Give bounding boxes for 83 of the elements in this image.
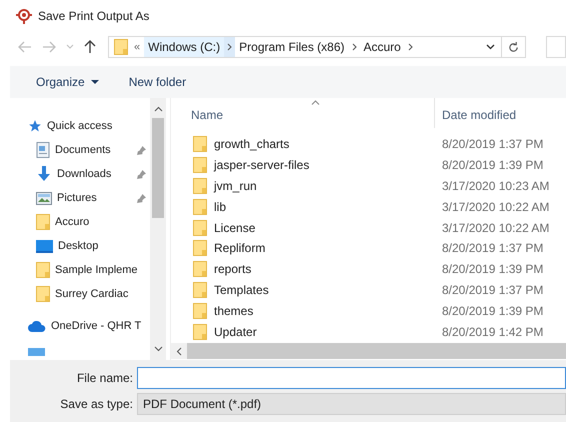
sidebar-item[interactable]: Downloads: [10, 162, 150, 186]
folder-icon: [193, 324, 207, 340]
date-cell-text: 8/20/2019 1:37 PM: [441, 136, 544, 154]
sidebar-item[interactable]: Accuro: [10, 210, 150, 234]
date-cell-text: 3/17/2020 10:22 AM: [441, 220, 550, 237]
address-bar[interactable]: « Windows (C:) Program Files (x86) Accuro: [108, 36, 526, 58]
pictures-icon: [36, 192, 52, 204]
file-name-field[interactable]: [137, 367, 566, 389]
date-cell-text: 8/20/2019 1:39 PM: [441, 302, 544, 320]
cloud-icon: [28, 320, 46, 332]
breadcrumb[interactable]: Windows (C:): [144, 37, 224, 57]
file-name: Updater: [214, 324, 257, 341]
folder-icon: [193, 220, 207, 236]
sidebar-item[interactable]: OneDrive - QHR T: [10, 314, 150, 338]
star-icon: [28, 119, 42, 133]
field-label: Save as type:: [59, 396, 134, 413]
desktop-icon: [36, 240, 53, 252]
folder-icon: [193, 178, 207, 194]
file-name: lib: [214, 198, 226, 216]
sidebar-item[interactable]: Documents: [10, 138, 150, 162]
field-label: File name:: [76, 370, 134, 387]
column-header[interactable]: Name: [171, 98, 435, 128]
download-arrow-icon: [36, 166, 52, 182]
date-cell-text: 8/20/2019 1:37 PM: [441, 282, 544, 299]
file-name: growth_charts: [214, 136, 290, 154]
sort-caret-icon: [311, 100, 320, 105]
chevron-right-icon[interactable]: [224, 37, 236, 57]
organize-button[interactable]: Organize: [36, 73, 99, 91]
folder-icon: [193, 240, 207, 256]
date-cell-text: 8/20/2019 1:37 PM: [441, 240, 544, 258]
file-name: jvm_run: [214, 178, 257, 195]
file-type-dropdown[interactable]: PDF Document (*.pdf): [137, 393, 566, 415]
folder-icon: [193, 157, 207, 174]
app-icon: [16, 8, 32, 24]
file-row[interactable]: Repliform 8/20/2019 1:37 PM: [171, 238, 566, 259]
file-name: reports: [214, 261, 252, 278]
column-header[interactable]: Date modified: [435, 98, 516, 128]
sidebar-item[interactable]: Pictures: [10, 186, 150, 210]
folder-icon: [114, 39, 128, 55]
folder-icon: [193, 261, 207, 278]
date-cell-text: 3/17/2020 10:22 AM: [441, 198, 550, 216]
sidebar-item[interactable]: Sample Impleme: [10, 258, 150, 282]
file-name: Templates: [214, 282, 269, 299]
file-row[interactable]: growth_charts 8/20/2019 1:37 PM: [171, 134, 566, 155]
folder-icon: [36, 286, 50, 302]
overflow-chevron[interactable]: «: [134, 38, 144, 56]
folder-icon: [193, 198, 207, 215]
up-arrow-icon[interactable]: [84, 40, 96, 54]
file-row[interactable]: jvm_run 3/17/2020 10:23 AM: [171, 176, 566, 196]
folder-icon: [36, 262, 50, 278]
file-name: License: [214, 220, 256, 237]
scroll-left-icon[interactable]: [176, 346, 182, 356]
date-cell-text: 3/17/2020 10:23 AM: [441, 178, 550, 195]
file-row[interactable]: themes 8/20/2019 1:39 PM: [171, 300, 566, 322]
file-row[interactable]: jasper-server-files 8/20/2019 1:39 PM: [171, 154, 566, 176]
horizontal-scrollbar[interactable]: [171, 343, 566, 359]
file-row[interactable]: reports 8/20/2019 1:39 PM: [171, 258, 566, 280]
file-name: themes: [214, 302, 254, 320]
sidebar-item[interactable]: Quick access: [10, 114, 150, 138]
file-row[interactable]: Updater 8/20/2019 1:42 PM: [171, 321, 566, 342]
date-cell-text: 8/20/2019 1:42 PM: [441, 324, 544, 341]
new-folder-button[interactable]: New folder: [128, 73, 186, 91]
document-icon: [36, 142, 50, 158]
sidebar-item[interactable]: Desktop: [10, 234, 150, 258]
file-row[interactable]: Templates 8/20/2019 1:37 PM: [171, 280, 566, 300]
file-name: Repliform: [214, 240, 266, 258]
scrollbar[interactable]: [150, 98, 166, 360]
file-name: jasper-server-files: [214, 157, 310, 174]
breadcrumb[interactable]: Accuro: [360, 37, 405, 57]
window-title: Save Print Output As: [38, 8, 150, 25]
date-cell-text: 8/20/2019 1:39 PM: [441, 261, 544, 278]
folder-icon: [193, 302, 207, 319]
file-row[interactable]: License 3/17/2020 10:22 AM: [171, 217, 566, 238]
folder-icon: [193, 282, 207, 298]
search-field[interactable]: [546, 36, 566, 58]
folder-icon: [36, 214, 50, 230]
caret-icon: [90, 80, 99, 84]
breadcrumb[interactable]: Program Files (x86): [235, 37, 348, 57]
sidebar-item[interactable]: Surrey Cardiac: [10, 282, 150, 306]
date-cell-text: 8/20/2019 1:39 PM: [441, 157, 544, 174]
computer-icon: [28, 348, 45, 356]
folder-icon: [193, 136, 207, 152]
file-row[interactable]: lib 3/17/2020 10:22 AM: [171, 196, 566, 218]
